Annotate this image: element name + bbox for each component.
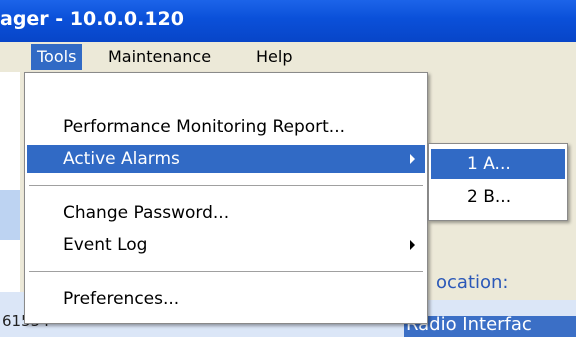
submenu-arrow-icon [410, 154, 415, 164]
menu-maintenance[interactable]: Maintenance [102, 44, 217, 70]
menu-item-label: Performance Monitoring Report... [63, 117, 346, 137]
menu-bar: Tools Maintenance Help [0, 42, 576, 72]
menu-item-label: Preferences... [63, 289, 180, 309]
menu-item-label: Event Log [63, 235, 148, 255]
active-alarms-submenu: 1 A... 2 B... [428, 143, 568, 221]
submenu-item-alarm-1[interactable]: 1 A... [431, 149, 565, 179]
location-label: ocation: [436, 272, 509, 293]
submenu-item-label: 1 A... [467, 154, 511, 174]
menu-tools[interactable]: Tools [31, 44, 83, 70]
title-bar: ager - 10.0.0.120 [0, 0, 576, 42]
menu-item-label: Active Alarms [63, 149, 180, 169]
menu-item-performance-report[interactable]: Performance Monitoring Report... [27, 113, 425, 141]
submenu-arrow-icon [410, 240, 415, 250]
background-left-band [0, 190, 20, 240]
menu-separator [29, 185, 423, 186]
submenu-item-alarm-2[interactable]: 2 B... [431, 182, 565, 212]
menu-item-preferences[interactable]: Preferences... [27, 285, 425, 313]
menu-separator [29, 271, 423, 272]
menu-item-change-password[interactable]: Change Password... [27, 199, 425, 227]
tools-dropdown-menu: Performance Monitoring Report... Active … [24, 72, 428, 324]
menu-help[interactable]: Help [250, 44, 298, 70]
menu-item-label: Change Password... [63, 203, 230, 223]
menu-item-active-alarms[interactable]: Active Alarms [27, 145, 425, 173]
menu-item-event-log[interactable]: Event Log [27, 231, 425, 259]
window-title: ager - 10.0.0.120 [0, 8, 184, 30]
submenu-item-label: 2 B... [467, 187, 512, 207]
